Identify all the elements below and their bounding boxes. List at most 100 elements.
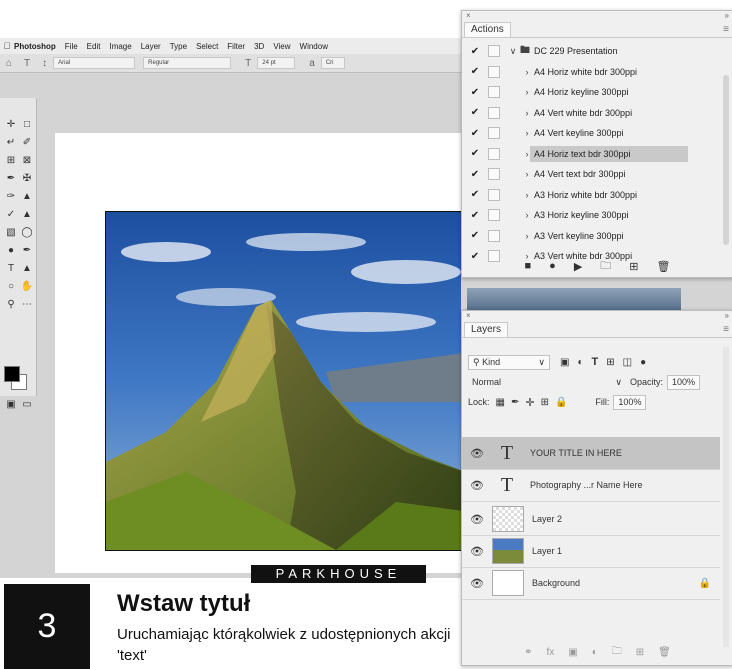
blend-mode-select[interactable]: Normal ∨ [468,376,626,389]
actions-scrollbar[interactable] [723,75,729,245]
action-row[interactable]: ✔ › A4 Vert keyline 300ppi [462,123,720,144]
new-set-folder-icon[interactable]: 🗀 [600,257,611,276]
menu-edit[interactable]: Edit [87,42,101,51]
check-icon[interactable]: ✔ [462,46,488,57]
record-icon[interactable]: ● [549,260,556,272]
tab-actions[interactable]: Actions [464,22,511,37]
layers-scrollbar[interactable] [723,347,729,647]
panel-menu-icon[interactable]: ≡ [723,24,729,35]
lock-pixels-icon[interactable]: ✒ [511,397,519,408]
chevron-right-icon[interactable]: › [520,128,534,138]
chevron-right-icon[interactable]: › [520,67,534,77]
chevron-right-icon[interactable]: › [520,108,534,118]
shape-tool-icon[interactable]: ○ [4,280,18,294]
check-icon[interactable]: ✔ [462,210,488,221]
collapse-icon[interactable]: » [725,311,729,321]
type-tool-panel-icon[interactable]: T [4,262,18,276]
healing-icon[interactable]: ✠ [20,172,34,186]
layer-row[interactable]: 👁 Layer 1 [462,535,720,568]
crop-tool-icon[interactable]: ⊞ [4,154,18,168]
frame-tool-icon[interactable]: ⊠ [20,154,34,168]
dodge-tool-icon[interactable]: ● [4,244,18,258]
opacity-field[interactable]: 100% [667,374,701,390]
quick-select-icon[interactable]: ✐ [20,136,34,150]
hand-tool-icon[interactable]: ✋ [20,280,34,294]
dialog-toggle[interactable] [488,147,500,160]
menu-image[interactable]: Image [109,42,131,51]
new-layer-icon[interactable]: ⊞ [636,647,644,658]
collapse-icon[interactable]: » [725,11,729,21]
filter-kind-select[interactable]: ⚲ Kind ∨ [468,354,550,370]
stamp-tool-icon[interactable]: ▲ [20,190,34,204]
fill-field[interactable]: 100% [613,394,647,410]
menu-type[interactable]: Type [170,42,187,51]
home-icon[interactable]: ⌂ [6,58,12,69]
font-size-select[interactable]: 24 pt [257,57,296,69]
action-row[interactable]: ✔ › A3 Horiz white bdr 300ppi [462,185,720,206]
eraser-tool-icon[interactable]: ▲ [20,208,34,222]
dialog-toggle[interactable] [488,86,500,99]
check-icon[interactable]: ✔ [462,128,488,139]
actions-panel-titlebar[interactable]: × » [462,11,732,21]
shape-filter-icon[interactable]: ⊞ [606,357,614,368]
new-group-icon[interactable]: 🗀 [612,644,622,661]
layers-panel-titlebar[interactable]: × » [462,311,732,321]
quick-mask-icon[interactable]: ▣ [4,398,18,412]
check-icon[interactable]: ✔ [462,189,488,200]
dialog-toggle[interactable] [488,65,500,78]
chevron-right-icon[interactable]: › [520,190,534,200]
check-icon[interactable]: ✔ [462,169,488,180]
menu-file[interactable]: File [65,42,78,51]
action-set-row[interactable]: ✔ ∨ 🖿 DC 229 Presentation [462,41,720,62]
lock-artboard-icon[interactable]: ⊞ [541,397,549,408]
type-filter-icon[interactable]: T [592,356,599,368]
type-tool-icon[interactable]: T [24,58,30,69]
blur-tool-icon[interactable]: ◯ [20,226,34,240]
layer-row-selected[interactable]: 👁 T YOUR TITLE IN HERE [462,437,720,470]
link-layers-icon[interactable]: ⚭ [524,647,532,658]
eyedropper-icon[interactable]: ✒ [4,172,18,186]
smart-object-filter-icon[interactable]: ◫ [623,357,632,368]
move-tool-icon[interactable]: ✛ [4,118,18,132]
zoom-tool-icon[interactable]: ⚲ [4,298,18,312]
more-tools-icon[interactable]: ⋯ [20,298,34,312]
lock-all-icon[interactable]: 🔒 [555,397,567,408]
gradient-tool-icon[interactable]: ▧ [4,226,18,240]
stop-icon[interactable]: ■ [525,260,532,272]
chevron-right-icon[interactable]: › [520,87,534,97]
action-row[interactable]: ✔ › A4 Horiz keyline 300ppi [462,82,720,103]
check-icon[interactable]: ✔ [462,107,488,118]
layer-row[interactable]: 👁 T Photography ...r Name Here [462,469,720,502]
chevron-down-icon[interactable]: ∨ [506,46,520,57]
layer-row[interactable]: 👁 Layer 2 [462,503,720,536]
action-row-selected[interactable]: ✔ › A4 Horiz text bdr 300ppi [462,144,720,165]
dialog-toggle[interactable] [488,229,500,242]
dialog-toggle[interactable] [488,106,500,119]
font-style-select[interactable]: Regular [143,57,232,69]
menu-select[interactable]: Select [196,42,218,51]
chevron-right-icon[interactable]: › [520,231,534,241]
menu-layer[interactable]: Layer [141,42,161,51]
check-icon[interactable]: ✔ [462,87,488,98]
menu-app-name[interactable]: Photoshop [14,42,56,51]
dialog-toggle[interactable] [488,45,500,58]
adjustment-filter-icon[interactable]: ◐ [577,357,583,368]
document-canvas[interactable]: PARKHOUSE HILL [55,133,472,599]
chevron-right-icon[interactable]: › [520,210,534,220]
trash-icon[interactable]: 🗑 [657,260,671,273]
trash-icon[interactable]: 🗑 [658,647,671,658]
close-icon[interactable]: × [466,11,471,21]
foreground-color-swatch[interactable] [4,366,20,382]
close-icon[interactable]: × [466,311,471,321]
check-icon[interactable]: ✔ [462,148,488,159]
text-orientation-icon[interactable]: ↕ [42,58,47,69]
dialog-toggle[interactable] [488,127,500,140]
screen-mode-icon[interactable]: ▭ [20,398,34,412]
action-row[interactable]: ✔ › A4 Vert white bdr 300ppi [462,103,720,124]
play-icon[interactable]: ▶ [574,260,582,273]
pen-tool-icon[interactable]: ✒ [20,244,34,258]
brush-tool-icon[interactable]: ✑ [4,190,18,204]
path-select-icon[interactable]: ▲ [20,262,34,276]
layer-row[interactable]: 👁 Background 🔒 [462,567,720,600]
lock-transparency-icon[interactable]: ▦ [496,397,505,408]
